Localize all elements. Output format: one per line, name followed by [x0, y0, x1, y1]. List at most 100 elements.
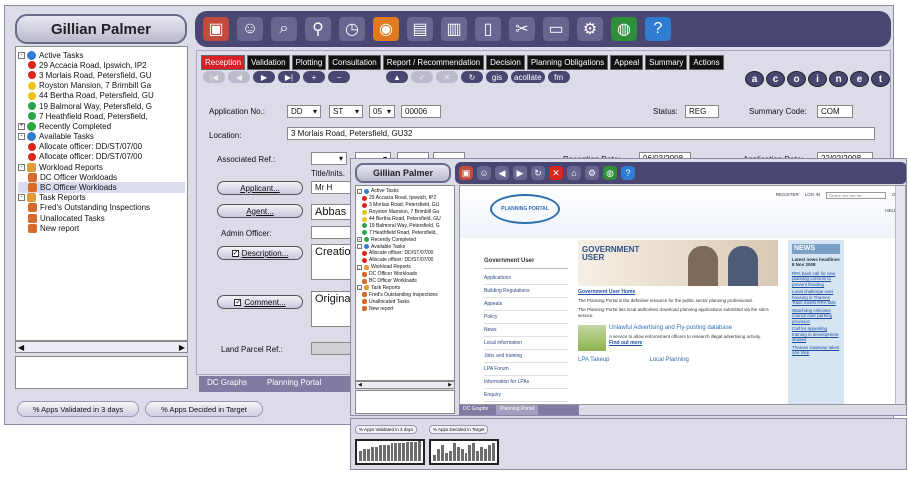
expand-toggle-icon[interactable]: -	[18, 163, 25, 171]
expand-toggle-icon[interactable]: -	[18, 133, 25, 141]
associated-ref-select-1[interactable]: ▾	[311, 152, 347, 165]
local-planning-link[interactable]: Local Planning	[649, 357, 688, 363]
tree-item[interactable]: Fred's Outstanding Inspections	[18, 203, 185, 213]
portal-nav-link[interactable]: LPA Forum	[484, 363, 568, 376]
cube-icon[interactable]: ▣	[203, 17, 229, 41]
scroll-right-icon[interactable]: ▶	[448, 382, 452, 388]
news-item-link[interactable]: RPs back call for new planning controls …	[792, 271, 840, 288]
tree-item[interactable]: - Task Reports	[357, 284, 453, 291]
expand-toggle-icon[interactable]: -	[357, 264, 362, 270]
tree-item[interactable]: 19 Balmoral Way, Petersfield, G	[357, 222, 453, 229]
tree-item[interactable]: Allocate officer: DD/ST/07/00	[357, 257, 453, 264]
tree-item[interactable]: 44 Bertha Road, Petersfield, GU	[357, 216, 453, 223]
stop-icon[interactable]: ✕	[549, 166, 563, 180]
news-item-link[interactable]: Local challenge over housing in Thames T…	[792, 289, 840, 306]
app-prefix-select[interactable]: DD ▾	[287, 105, 321, 118]
tab-actions[interactable]: Actions	[689, 55, 724, 70]
portal-nav-link[interactable]: Local information	[484, 337, 568, 350]
delete-record-button[interactable]: −	[328, 71, 350, 83]
tree-item[interactable]: New report	[18, 223, 185, 233]
globe-icon[interactable]: ◍	[603, 166, 617, 180]
tree-item[interactable]: DC Officer Workloads	[357, 271, 453, 278]
portal-nav-link[interactable]: Enquiry	[484, 389, 568, 402]
expand-toggle-icon[interactable]: -	[18, 194, 25, 202]
agent-button[interactable]: Agent...	[217, 204, 303, 218]
tab-decision[interactable]: Decision	[486, 55, 525, 70]
window-icon[interactable]: ▭	[543, 17, 569, 41]
app-year-select[interactable]: 05 ▾	[369, 105, 395, 118]
acoinet-c-button[interactable]: c	[766, 71, 785, 87]
globe-icon[interactable]: ◍	[611, 17, 637, 41]
tree-item[interactable]: - Active Tasks	[18, 50, 185, 60]
tree-item[interactable]: + Recently Completed	[357, 236, 453, 243]
planning-portal-logo[interactable]: PLANNING PORTAL	[490, 194, 560, 224]
user-name-button[interactable]: Gillian Palmer	[15, 14, 187, 44]
tree-horizontal-scrollbar[interactable]: ◀ ▶	[15, 341, 188, 353]
tab-report-recommendation[interactable]: Report / Recommendation	[382, 55, 485, 70]
tab-validation[interactable]: Validation	[247, 55, 290, 70]
fm-button[interactable]: fm	[547, 71, 570, 83]
tools-icon[interactable]: ✂	[509, 17, 535, 41]
people-icon[interactable]: ☺	[237, 17, 263, 41]
tree-item[interactable]: - Available Tasks	[18, 132, 185, 142]
confirm-button[interactable]: ✓	[411, 71, 433, 83]
portal-nav-link[interactable]: Applications	[484, 272, 568, 285]
tree-item[interactable]: 7 Heathfield Road, Petersfield,	[357, 229, 453, 236]
acoinet-i-button[interactable]: i	[808, 71, 827, 87]
first-record-button[interactable]: |◀	[203, 71, 225, 83]
refresh-icon[interactable]: ↻	[531, 166, 545, 180]
scroll-left-icon[interactable]: ◀	[18, 343, 24, 352]
book-icon[interactable]: ▯	[475, 17, 501, 41]
gear-icon[interactable]: ⚙	[585, 166, 599, 180]
apps-decided-thumb-button[interactable]: % Apps Decided in Target	[429, 425, 489, 434]
description-button[interactable]: ✓ Description...	[217, 246, 303, 260]
tree-item[interactable]: BC Officer Workloads	[18, 182, 185, 193]
tree-item[interactable]: BC Officer Workloads	[357, 278, 453, 285]
acoinet-n-button[interactable]: n	[829, 71, 848, 87]
tab-appeal[interactable]: Appeal	[610, 55, 644, 70]
tab-planning-portal[interactable]: Planning Portal	[259, 376, 329, 392]
rss-icon[interactable]: ◉	[373, 17, 399, 41]
apps-decided-graph-button[interactable]: % Apps Decided in Target	[145, 401, 263, 417]
expand-toggle-icon[interactable]: -	[357, 244, 362, 250]
tree-item[interactable]: DC Officer Workloads	[18, 172, 185, 182]
document-icon[interactable]: ▤	[407, 17, 433, 41]
status-field[interactable]: REG	[685, 105, 719, 118]
tree-item[interactable]: 29 Accacia Road, Ipswich, IP2	[18, 60, 185, 70]
tab-consultation[interactable]: Consultation	[328, 55, 381, 70]
tree-item[interactable]: Allocate officer: DD/ST/07/00	[357, 250, 453, 257]
portal-nav-link[interactable]: News	[484, 324, 568, 337]
tree-item[interactable]: Fred's Outstanding Inspections	[357, 291, 453, 298]
tree-item[interactable]: - Available Tasks	[357, 243, 453, 250]
tab-reception[interactable]: Reception	[201, 55, 246, 70]
expand-toggle-icon[interactable]: +	[357, 237, 362, 243]
home-icon[interactable]: ⌂	[567, 166, 581, 180]
tab-summary[interactable]: Summary	[645, 55, 688, 70]
breadcrumb-link[interactable]: Government User Home	[578, 289, 778, 295]
apps-validated-thumbnail[interactable]	[355, 439, 425, 465]
portal-search-input[interactable]: Search the site for...	[825, 192, 886, 199]
forward-arrow-icon[interactable]: ▶	[513, 166, 527, 180]
clock-icon[interactable]: ◷	[339, 17, 365, 41]
applicant-button[interactable]: Applicant...	[217, 181, 303, 195]
chart-icon[interactable]: ▥	[441, 17, 467, 41]
comment-button[interactable]: ✓ Comment...	[217, 295, 303, 309]
portal-nav-link[interactable]: Building Regulations	[484, 285, 568, 298]
search-advanced-icon[interactable]: ⚲	[305, 17, 331, 41]
acoinet-e-button[interactable]: e	[850, 71, 869, 87]
tree-item[interactable]: 3 Morlais Road, Petersfield, GU	[18, 70, 185, 80]
expand-toggle-icon[interactable]: -	[18, 51, 25, 59]
news-item-link[interactable]: Thames Gateway takes one step	[792, 345, 840, 356]
help-icon[interactable]: ?	[645, 17, 671, 41]
acoinet-a-button[interactable]: a	[745, 71, 764, 87]
location-field[interactable]: 3 Morlais Road, Petersfield, GU32	[287, 127, 875, 140]
lpa-takeup-link[interactable]: LPA Takeup	[578, 357, 609, 363]
tree-item[interactable]: - Workload Reports	[357, 264, 453, 271]
cube-icon[interactable]: ▣	[459, 166, 473, 180]
find-out-more-link[interactable]: Find out more	[609, 340, 761, 346]
tree-item[interactable]: 29 Accacia Road, Ipswich, IP2	[357, 195, 453, 202]
browser-vertical-scrollbar[interactable]	[895, 186, 905, 404]
login-link[interactable]: LOG IN	[805, 192, 820, 199]
tree-item[interactable]: Unallocated Tasks	[18, 213, 185, 223]
next-record-button[interactable]: ▶	[253, 71, 275, 83]
